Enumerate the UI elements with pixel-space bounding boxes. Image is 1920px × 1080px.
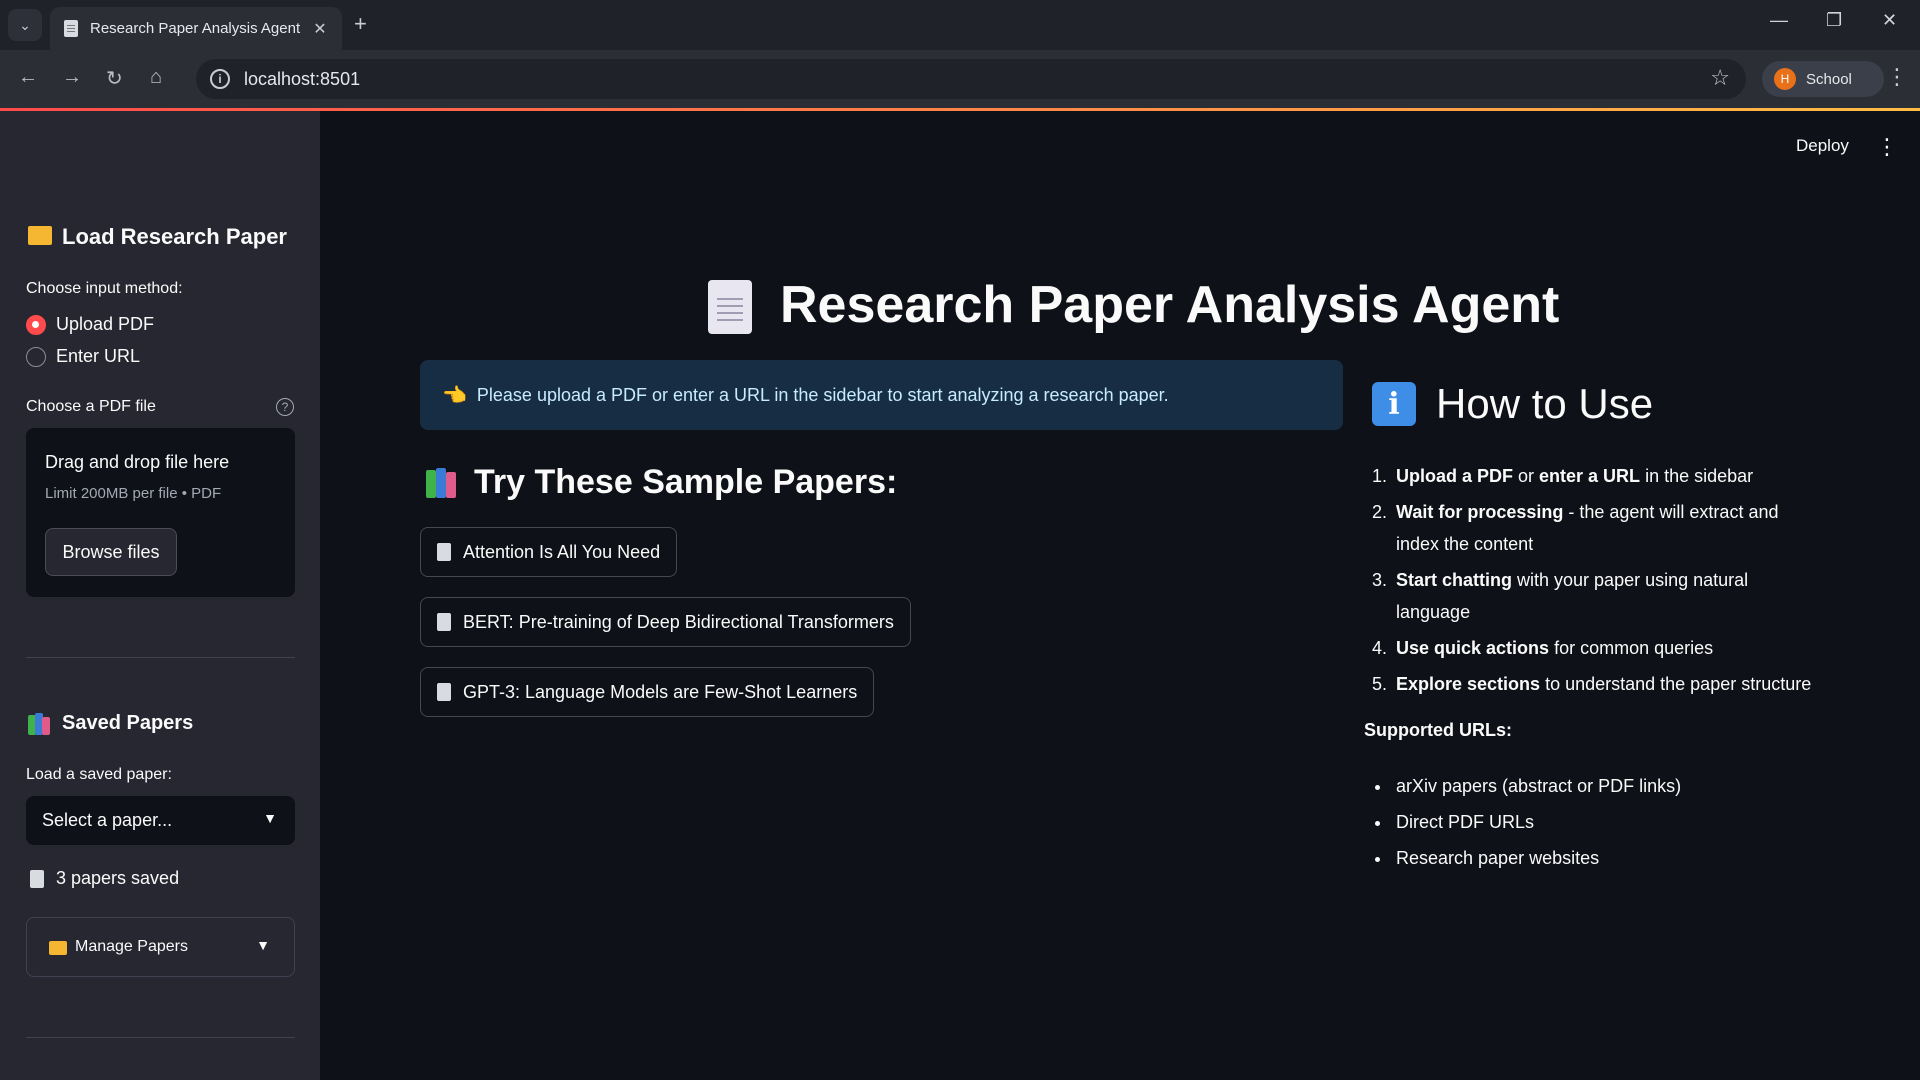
sample-paper-button[interactable]: Attention Is All You Need (420, 527, 678, 577)
page-favicon-icon (64, 20, 78, 37)
address-bar[interactable]: i localhost:8501 ☆ (196, 59, 1746, 99)
manage-papers-expander[interactable]: Manage Papers ▼ (26, 917, 295, 977)
page-icon (437, 613, 451, 631)
select-placeholder: Select a paper... (42, 810, 173, 830)
radio-unselected-icon[interactable] (26, 346, 46, 367)
page-icon (437, 683, 451, 701)
list-item: Wait for processing - the agent will ext… (1392, 496, 1824, 560)
list-item: Start chatting with your paper using nat… (1392, 564, 1824, 628)
saved-count: 3 papers saved (30, 868, 179, 889)
how-to-steps: Upload a PDF or enter a URL in the sideb… (1364, 460, 1824, 704)
input-method-label: Choose input method: (26, 280, 183, 297)
reload-icon[interactable]: ↻ (106, 66, 123, 91)
books-icon (28, 712, 52, 735)
how-to-use-heading: i How to Use (1372, 380, 1653, 428)
browse-files-button[interactable]: Browse files (45, 528, 177, 576)
profile-name: School (1806, 70, 1852, 88)
radio-label: Upload PDF (56, 314, 155, 334)
page-icon (437, 543, 451, 561)
chevron-down-icon[interactable]: ▼ (263, 810, 277, 826)
saved-papers-heading: Saved Papers (28, 712, 193, 735)
bookmark-star-icon[interactable]: ☆ (1710, 65, 1730, 91)
window-close-icon[interactable]: ✕ (1882, 10, 1897, 31)
list-item: Upload a PDF or enter a URL in the sideb… (1392, 460, 1824, 492)
file-uploader-label: Choose a PDF file (26, 398, 156, 415)
url-text[interactable]: localhost:8501 (244, 69, 360, 90)
site-info-icon[interactable]: i (210, 69, 230, 89)
document-icon (708, 280, 752, 334)
sidebar-divider (26, 657, 295, 658)
list-item: Research paper websites (1392, 840, 1681, 876)
avatar: H (1774, 68, 1796, 90)
main-menu-icon[interactable]: ⋮ (1876, 134, 1898, 160)
supported-urls-heading: Supported URLs: (1364, 720, 1512, 740)
dropzone-title: Drag and drop file here (45, 452, 230, 472)
folder-icon (49, 941, 67, 955)
radio-enter-url[interactable]: Enter URL (26, 346, 140, 367)
saved-select-label: Load a saved paper: (26, 766, 172, 783)
sidebar-divider (26, 1037, 295, 1038)
pointing-hand-icon: 👈 (442, 384, 467, 407)
tab-title: Research Paper Analysis Agent (90, 20, 301, 37)
list-item: Direct PDF URLs (1392, 804, 1681, 840)
radio-label: Enter URL (56, 346, 141, 366)
chevron-down-icon[interactable]: ▼ (256, 937, 270, 953)
help-question-icon[interactable]: ? (276, 398, 294, 416)
samples-heading: Try These Sample Papers: (426, 463, 897, 502)
page-title: Research Paper Analysis Agent (780, 276, 1560, 334)
info-message: Please upload a PDF or enter a URL in th… (476, 384, 1169, 405)
file-dropzone[interactable]: Drag and drop file here Limit 200MB per … (26, 428, 295, 597)
books-icon (426, 467, 460, 498)
browser-menu-icon[interactable]: ⋮ (1886, 64, 1908, 90)
sample-paper-button[interactable]: GPT-3: Language Models are Few-Shot Lear… (420, 667, 875, 717)
new-tab-plus-icon[interactable]: + (354, 11, 367, 37)
page-icon (30, 869, 44, 888)
list-item: Explore sections to understand the paper… (1392, 668, 1824, 700)
info-alert: 👈 Please upload a PDF or enter a URL in … (420, 360, 1343, 430)
forward-arrow-icon[interactable]: → (62, 66, 82, 89)
load-paper-heading: Load Research Paper (28, 224, 287, 250)
profile-button[interactable]: H School (1762, 61, 1884, 97)
tab-search-chevron-icon[interactable]: ⌄ (8, 9, 42, 41)
list-item: arXiv papers (abstract or PDF links) (1392, 768, 1681, 804)
expander-label: Manage Papers (75, 938, 188, 955)
information-icon: i (1372, 382, 1416, 426)
browser-tab[interactable]: Research Paper Analysis Agent ✕ (50, 7, 342, 50)
minimize-icon[interactable]: — (1770, 10, 1788, 31)
back-arrow-icon[interactable]: ← (18, 66, 38, 89)
restore-icon[interactable]: ❐ (1826, 10, 1842, 31)
dropzone-limit: Limit 200MB per file • PDF (45, 485, 222, 502)
deploy-button[interactable]: Deploy (1796, 136, 1849, 156)
sample-paper-button[interactable]: BERT: Pre-training of Deep Bidirectional… (420, 597, 911, 647)
supported-urls-list: arXiv papers (abstract or PDF links) Dir… (1364, 768, 1681, 876)
list-item: Use quick actions for common queries (1392, 632, 1824, 664)
tab-close-icon[interactable]: ✕ (310, 19, 330, 39)
saved-paper-select[interactable]: Select a paper... ▼ (26, 796, 295, 845)
radio-selected-icon[interactable] (26, 314, 46, 335)
radio-upload-pdf[interactable]: Upload PDF (26, 314, 154, 335)
browser-tabbar: ⌄ Research Paper Analysis Agent ✕ + — ❐ … (0, 0, 1920, 50)
folder-icon (28, 226, 52, 245)
home-icon[interactable]: ⌂ (150, 66, 162, 89)
